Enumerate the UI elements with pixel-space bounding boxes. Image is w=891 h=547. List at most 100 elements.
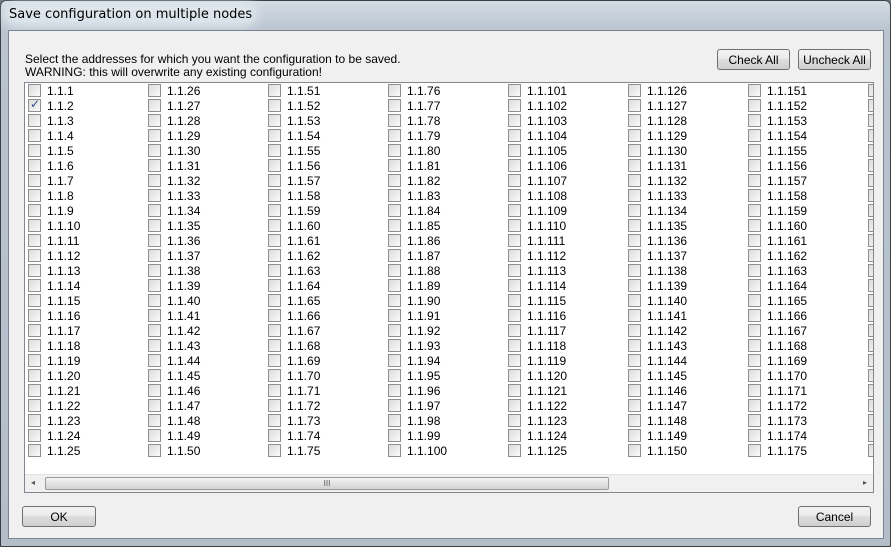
checkbox[interactable] xyxy=(868,354,873,367)
checkbox[interactable] xyxy=(748,114,761,127)
checkbox[interactable] xyxy=(748,159,761,172)
address-item[interactable]: 1.1.156 xyxy=(745,158,807,173)
checkbox[interactable] xyxy=(268,249,281,262)
address-item[interactable]: 1.1.168 xyxy=(745,338,807,353)
checkbox[interactable] xyxy=(628,264,641,277)
checkbox[interactable] xyxy=(28,204,41,217)
address-item[interactable]: 1.1.8 xyxy=(25,188,74,203)
checkbox[interactable] xyxy=(388,369,401,382)
address-item[interactable]: 1.1.137 xyxy=(625,248,687,263)
checkbox[interactable] xyxy=(868,189,873,202)
address-item[interactable]: 1.1.101 xyxy=(505,83,567,98)
address-item[interactable]: 1.1.97 xyxy=(385,398,440,413)
address-item[interactable]: 1.1.106 xyxy=(505,158,567,173)
checkbox[interactable] xyxy=(388,159,401,172)
checkbox[interactable] xyxy=(268,429,281,442)
address-item[interactable]: 1.1.138 xyxy=(625,263,687,278)
checkbox[interactable] xyxy=(868,234,873,247)
checkbox[interactable] xyxy=(388,174,401,187)
checkbox[interactable] xyxy=(268,234,281,247)
checkbox[interactable] xyxy=(508,294,521,307)
checkbox[interactable] xyxy=(388,399,401,412)
checkbox[interactable] xyxy=(748,174,761,187)
address-item[interactable]: 1.1.70 xyxy=(265,368,320,383)
checkbox[interactable] xyxy=(508,264,521,277)
address-item[interactable]: 1.1.94 xyxy=(385,353,440,368)
checkbox[interactable] xyxy=(628,384,641,397)
address-item[interactable]: 1.1.6 xyxy=(25,158,74,173)
checkbox[interactable] xyxy=(268,99,281,112)
checkbox[interactable] xyxy=(868,444,873,457)
checkbox[interactable] xyxy=(868,294,873,307)
clipped-address-item[interactable] xyxy=(865,443,873,458)
address-item[interactable]: 1.1.78 xyxy=(385,113,440,128)
clipped-address-item[interactable] xyxy=(865,368,873,383)
checkbox[interactable] xyxy=(868,399,873,412)
checkbox[interactable] xyxy=(748,414,761,427)
address-item[interactable]: 1.1.120 xyxy=(505,368,567,383)
address-item[interactable]: 1.1.107 xyxy=(505,173,567,188)
checkbox[interactable] xyxy=(28,159,41,172)
checkbox[interactable] xyxy=(148,234,161,247)
checkbox[interactable] xyxy=(628,339,641,352)
checkbox[interactable] xyxy=(268,189,281,202)
address-item[interactable]: 1.1.24 xyxy=(25,428,80,443)
checkbox[interactable] xyxy=(508,414,521,427)
address-item[interactable]: 1.1.148 xyxy=(625,413,687,428)
clipped-address-item[interactable] xyxy=(865,323,873,338)
checkbox[interactable] xyxy=(628,159,641,172)
clipped-address-item[interactable] xyxy=(865,308,873,323)
checkbox[interactable] xyxy=(868,429,873,442)
address-item[interactable]: 1.1.87 xyxy=(385,248,440,263)
checkbox[interactable] xyxy=(28,384,41,397)
checkbox[interactable] xyxy=(508,354,521,367)
checkbox[interactable] xyxy=(388,204,401,217)
checkbox[interactable] xyxy=(268,114,281,127)
address-item[interactable]: 1.1.35 xyxy=(145,218,200,233)
address-item[interactable]: 1.1.154 xyxy=(745,128,807,143)
clipped-address-item[interactable] xyxy=(865,218,873,233)
address-item[interactable]: 1.1.39 xyxy=(145,278,200,293)
address-item[interactable]: 1.1.48 xyxy=(145,413,200,428)
checkbox[interactable] xyxy=(748,204,761,217)
address-item[interactable]: 1.1.117 xyxy=(505,323,566,338)
checkbox[interactable] xyxy=(628,189,641,202)
checkbox[interactable] xyxy=(28,339,41,352)
address-item[interactable]: 1.1.157 xyxy=(745,173,807,188)
address-item[interactable]: 1.1.19 xyxy=(25,353,80,368)
checkbox[interactable] xyxy=(28,399,41,412)
checkbox[interactable] xyxy=(388,234,401,247)
checkbox[interactable] xyxy=(748,189,761,202)
checkbox[interactable] xyxy=(628,84,641,97)
checkbox[interactable] xyxy=(268,369,281,382)
address-item[interactable]: 1.1.33 xyxy=(145,188,200,203)
checkbox[interactable] xyxy=(148,264,161,277)
address-item[interactable]: 1.1.169 xyxy=(745,353,807,368)
checkbox[interactable] xyxy=(748,129,761,142)
address-item[interactable]: 1.1.153 xyxy=(745,113,807,128)
address-item[interactable]: 1.1.128 xyxy=(625,113,687,128)
address-item[interactable]: 1.1.60 xyxy=(265,218,320,233)
address-item[interactable]: 1.1.26 xyxy=(145,83,200,98)
checkbox[interactable] xyxy=(388,324,401,337)
checkbox[interactable] xyxy=(868,249,873,262)
checkbox[interactable] xyxy=(388,414,401,427)
address-item[interactable]: 1.1.7 xyxy=(25,173,74,188)
checkbox[interactable] xyxy=(508,159,521,172)
address-item[interactable]: 1.1.89 xyxy=(385,278,440,293)
checkbox[interactable] xyxy=(148,159,161,172)
checkbox[interactable] xyxy=(268,414,281,427)
address-item[interactable]: 1.1.11 xyxy=(25,233,79,248)
checkbox[interactable] xyxy=(148,129,161,142)
address-item[interactable]: 1.1.22 xyxy=(25,398,80,413)
checkbox[interactable] xyxy=(268,219,281,232)
checkbox[interactable] xyxy=(868,279,873,292)
address-item[interactable]: 1.1.160 xyxy=(745,218,807,233)
checkbox[interactable] xyxy=(628,204,641,217)
address-item[interactable]: 1.1.135 xyxy=(625,218,687,233)
checkbox[interactable] xyxy=(628,114,641,127)
address-item[interactable]: 1.1.25 xyxy=(25,443,80,458)
address-item[interactable]: 1.1.88 xyxy=(385,263,440,278)
address-item[interactable]: 1.1.46 xyxy=(145,383,200,398)
checkbox[interactable] xyxy=(148,174,161,187)
